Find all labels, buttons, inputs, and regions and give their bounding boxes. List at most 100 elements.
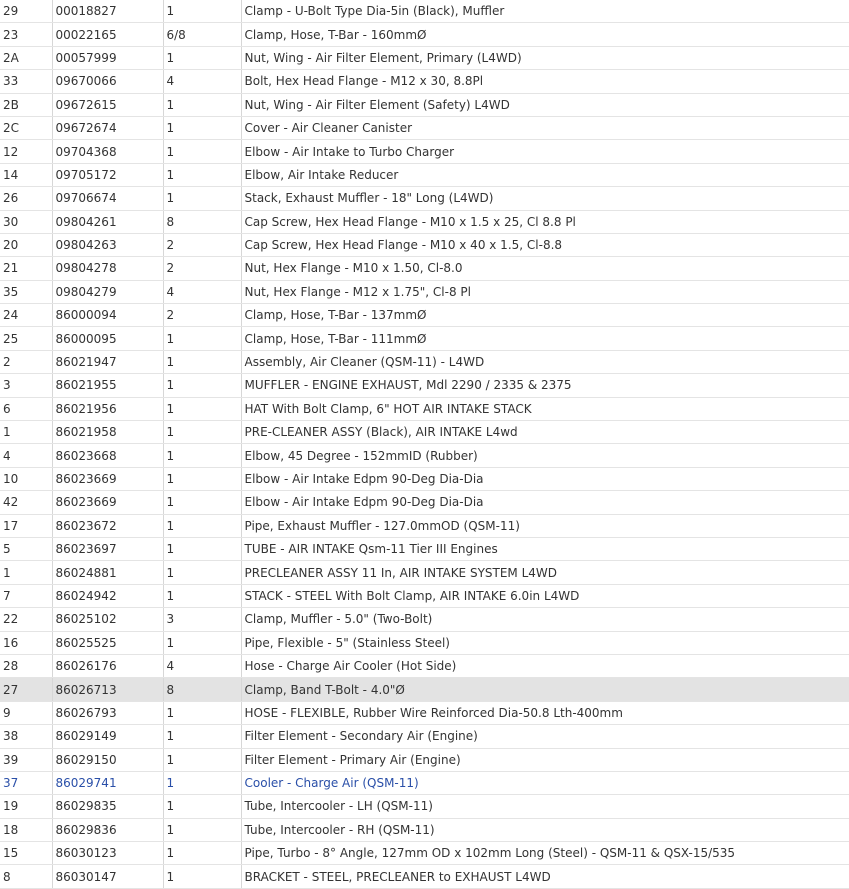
- ref-number-cell[interactable]: 39: [0, 748, 53, 772]
- ref-number-cell[interactable]: 22: [0, 607, 53, 632]
- description-cell[interactable]: Nut, Wing - Air Filter Element, Primary …: [241, 46, 849, 71]
- part-number-cell[interactable]: 86023697: [52, 537, 164, 562]
- ref-number-cell[interactable]: 3: [0, 373, 53, 398]
- table-row[interactable]: 8 86030147 1 BRACKET - STEEL, PRECLEANER to…: [0, 864, 849, 889]
- table-row[interactable]: 17 86023672 1 Pipe, Exhaust Muffler - 127.0…: [0, 514, 849, 538]
- part-number-cell[interactable]: 86026793: [52, 701, 164, 726]
- ref-number-cell[interactable]: 27: [0, 677, 53, 702]
- table-row[interactable]: 28 86026176 4 Hose - Charge Air Cooler (Hot…: [0, 654, 849, 679]
- ref-number-cell[interactable]: 18: [0, 818, 53, 843]
- part-number-cell[interactable]: 09804261: [52, 210, 164, 234]
- ref-number-cell[interactable]: 38: [0, 724, 53, 749]
- quantity-cell[interactable]: 1: [163, 350, 242, 375]
- quantity-cell[interactable]: 1: [163, 794, 242, 819]
- part-number-cell[interactable]: 09706674: [52, 186, 164, 211]
- ref-number-cell[interactable]: 6: [0, 397, 53, 422]
- part-number-cell[interactable]: 86029836: [52, 818, 164, 843]
- quantity-cell[interactable]: 4: [163, 69, 242, 94]
- part-number-cell[interactable]: 86023669: [52, 467, 164, 492]
- quantity-cell[interactable]: 1: [163, 116, 242, 141]
- quantity-cell[interactable]: 1: [163, 186, 242, 211]
- table-row[interactable]: 38 86029149 1 Filter Element - Secondary Ai…: [0, 724, 849, 749]
- part-number-cell[interactable]: 86021956: [52, 397, 164, 422]
- description-cell[interactable]: Nut, Hex Flange - M12 x 1.75", Cl-8 Pl: [241, 280, 849, 305]
- table-row[interactable]: 5 86023697 1 TUBE - AIR INTAKE Qsm-11 Tier …: [0, 537, 849, 562]
- table-row[interactable]: 35 09804279 4 Nut, Hex Flange - M12 x 1.75"…: [0, 280, 849, 305]
- description-cell[interactable]: Cap Screw, Hex Head Flange - M10 x 1.5 x…: [241, 210, 849, 234]
- table-row[interactable]: 21 09804278 2 Nut, Hex Flange - M10 x 1.50,…: [0, 256, 849, 281]
- ref-number-cell[interactable]: 37: [0, 771, 53, 796]
- description-cell[interactable]: Pipe, Turbo - 8° Angle, 127mm OD x 102mm…: [241, 841, 849, 866]
- ref-number-cell[interactable]: 10: [0, 467, 53, 492]
- description-cell[interactable]: Pipe, Flexible - 5" (Stainless Steel): [241, 631, 849, 655]
- description-cell[interactable]: Clamp, Hose, T-Bar - 160mmØ: [241, 22, 849, 47]
- table-row[interactable]: 16 86025525 1 Pipe, Flexible - 5" (Stainles…: [0, 631, 849, 655]
- part-number-cell[interactable]: 09704368: [52, 139, 164, 164]
- description-cell[interactable]: Elbow - Air Intake Edpm 90-Deg Dia-Dia: [241, 467, 849, 492]
- table-row[interactable]: 10 86023669 1 Elbow - Air Intake Edpm 90-De…: [0, 467, 849, 492]
- table-row[interactable]: 15 86030123 1 Pipe, Turbo - 8° Angle, 127mm…: [0, 841, 849, 866]
- table-row[interactable]: 18 86029836 1 Tube, Intercooler - RH (QSM-1…: [0, 818, 849, 843]
- ref-number-cell[interactable]: 16: [0, 631, 53, 655]
- ref-number-cell[interactable]: 2B: [0, 93, 53, 117]
- ref-number-cell[interactable]: 25: [0, 326, 53, 351]
- quantity-cell[interactable]: 8: [163, 210, 242, 234]
- description-cell[interactable]: Elbow, Air Intake Reducer: [241, 163, 849, 188]
- ref-number-cell[interactable]: 24: [0, 303, 53, 328]
- quantity-cell[interactable]: 1: [163, 584, 242, 609]
- part-number-cell[interactable]: 09670066: [52, 69, 164, 94]
- part-number-cell[interactable]: 86023672: [52, 514, 164, 538]
- description-cell[interactable]: PRE-CLEANER ASSY (Black), AIR INTAKE L4w…: [241, 420, 849, 445]
- part-number-cell[interactable]: 86000094: [52, 303, 164, 328]
- ref-number-cell[interactable]: 4: [0, 443, 53, 468]
- table-row[interactable]: 25 86000095 1 Clamp, Hose, T-Bar - 111mmØ: [0, 326, 849, 351]
- description-cell[interactable]: Filter Element - Primary Air (Engine): [241, 748, 849, 772]
- part-number-cell[interactable]: 86021958: [52, 420, 164, 445]
- table-row[interactable]: 23 00022165 6/8 Clamp, Hose, T-Bar - 160mmØ: [0, 22, 849, 47]
- ref-number-cell[interactable]: 20: [0, 233, 53, 258]
- quantity-cell[interactable]: 1: [163, 46, 242, 71]
- part-number-cell[interactable]: 86030147: [52, 864, 164, 889]
- description-cell[interactable]: Pipe, Exhaust Muffler - 127.0mmOD (QSM-1…: [241, 514, 849, 538]
- table-row[interactable]: 3 86021955 1 MUFFLER - ENGINE EXHAUST, Mdl …: [0, 373, 849, 398]
- description-cell[interactable]: Elbow - Air Intake to Turbo Charger: [241, 139, 849, 164]
- ref-number-cell[interactable]: 28: [0, 654, 53, 679]
- quantity-cell[interactable]: 1: [163, 537, 242, 562]
- description-cell[interactable]: Tube, Intercooler - RH (QSM-11): [241, 818, 849, 843]
- part-number-cell[interactable]: 86024881: [52, 560, 164, 585]
- quantity-cell[interactable]: 3: [163, 607, 242, 632]
- description-cell[interactable]: PRECLEANER ASSY 11 In, AIR INTAKE SYSTEM…: [241, 560, 849, 585]
- table-row[interactable]: 1 86021958 1 PRE-CLEANER ASSY (Black), AIR …: [0, 420, 849, 445]
- part-number-cell[interactable]: 86021955: [52, 373, 164, 398]
- description-cell[interactable]: Clamp - U-Bolt Type Dia-5in (Black), Muf…: [241, 0, 849, 24]
- quantity-cell[interactable]: 2: [163, 233, 242, 258]
- part-number-cell[interactable]: 86023668: [52, 443, 164, 468]
- description-cell[interactable]: TUBE - AIR INTAKE Qsm-11 Tier III Engine…: [241, 537, 849, 562]
- table-row[interactable]: 6 86021956 1 HAT With Bolt Clamp, 6" HOT AI…: [0, 397, 849, 422]
- part-number-cell[interactable]: 86025102: [52, 607, 164, 632]
- table-row[interactable]: 20 09804263 2 Cap Screw, Hex Head Flange - …: [0, 233, 849, 258]
- part-number-cell[interactable]: 86024942: [52, 584, 164, 609]
- description-cell[interactable]: Cap Screw, Hex Head Flange - M10 x 40 x …: [241, 233, 849, 258]
- part-number-cell[interactable]: 86023669: [52, 490, 164, 515]
- quantity-cell[interactable]: 1: [163, 443, 242, 468]
- quantity-cell[interactable]: 1: [163, 701, 242, 726]
- description-cell[interactable]: HOSE - FLEXIBLE, Rubber Wire Reinforced …: [241, 701, 849, 726]
- table-row[interactable]: 22 86025102 3 Clamp, Muffler - 5.0" (Two-Bo…: [0, 607, 849, 632]
- description-cell[interactable]: HAT With Bolt Clamp, 6" HOT AIR INTAKE S…: [241, 397, 849, 422]
- quantity-cell[interactable]: 1: [163, 373, 242, 398]
- description-cell[interactable]: MUFFLER - ENGINE EXHAUST, Mdl 2290 / 233…: [241, 373, 849, 398]
- quantity-cell[interactable]: 1: [163, 163, 242, 188]
- part-number-cell[interactable]: 09804263: [52, 233, 164, 258]
- part-number-cell[interactable]: 86026713: [52, 677, 164, 702]
- quantity-cell[interactable]: 1: [163, 864, 242, 889]
- ref-number-cell[interactable]: 17: [0, 514, 53, 538]
- quantity-cell[interactable]: 4: [163, 654, 242, 679]
- ref-number-cell[interactable]: 1: [0, 420, 53, 445]
- part-number-cell[interactable]: 86029741: [52, 771, 164, 796]
- part-number-cell[interactable]: 86021947: [52, 350, 164, 375]
- quantity-cell[interactable]: 1: [163, 467, 242, 492]
- description-cell[interactable]: Elbow, 45 Degree - 152mmID (Rubber): [241, 443, 849, 468]
- description-cell[interactable]: Nut, Hex Flange - M10 x 1.50, Cl-8.0: [241, 256, 849, 281]
- part-number-cell[interactable]: 86025525: [52, 631, 164, 655]
